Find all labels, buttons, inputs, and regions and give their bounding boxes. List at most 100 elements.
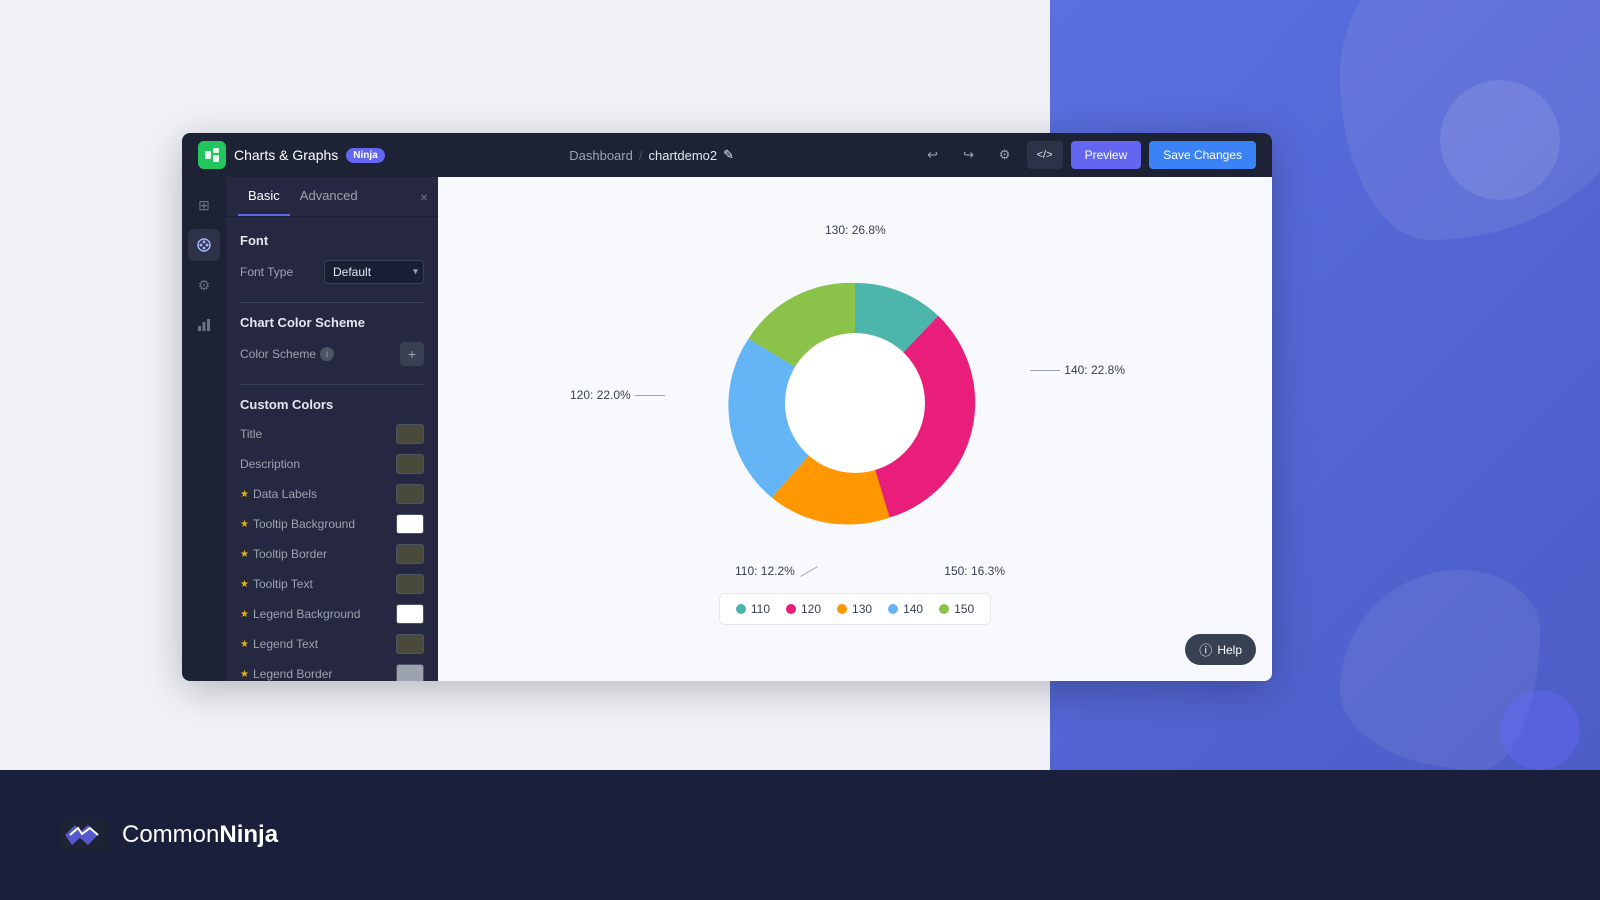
chart-area: 130: 26.8% 140: 22.8% 120: 22.0% 110: 1 bbox=[685, 233, 1025, 625]
label-line-140 bbox=[1030, 370, 1060, 371]
color-swatch-legend-bg[interactable] bbox=[396, 604, 424, 624]
breadcrumb: Dashboard / chartdemo2 ✎ bbox=[385, 147, 919, 163]
divider-1 bbox=[240, 302, 424, 303]
legend-item-120: 120 bbox=[786, 602, 821, 616]
tab-advanced[interactable]: Advanced bbox=[290, 177, 368, 216]
color-row-tooltip-border: ★ Tooltip Border bbox=[240, 544, 424, 564]
font-section-title: Font bbox=[240, 233, 424, 248]
color-scheme-info-icon[interactable]: i bbox=[320, 347, 334, 361]
code-button[interactable]: </> bbox=[1027, 141, 1063, 169]
color-swatch-title[interactable] bbox=[396, 424, 424, 444]
ninja-logo-icon bbox=[60, 820, 110, 850]
chart-label-150: 150: 16.3% bbox=[944, 564, 1005, 578]
color-description-label: Description bbox=[240, 457, 300, 471]
color-swatch-tooltip-text[interactable] bbox=[396, 574, 424, 594]
color-scheme-row: Color Scheme i + bbox=[240, 342, 424, 366]
font-section: Font Font Type Default Arial Roboto Open… bbox=[240, 233, 424, 284]
chart-label-110: 110: 12.2% bbox=[735, 564, 819, 578]
app-logo bbox=[198, 141, 226, 169]
color-legend-border-label: ★ Legend Border bbox=[240, 667, 332, 681]
legend-item-130: 130 bbox=[837, 602, 872, 616]
color-tooltip-border-label: ★ Tooltip Border bbox=[240, 547, 327, 561]
sidebar-item-brush[interactable] bbox=[188, 229, 220, 261]
color-swatch-legend-border[interactable] bbox=[396, 664, 424, 681]
settings-button[interactable]: ⚙ bbox=[991, 141, 1019, 169]
help-button[interactable]: ⓘ Help bbox=[1185, 634, 1256, 665]
undo-button[interactable]: ↩ bbox=[919, 141, 947, 169]
legend-item-110: 110 bbox=[736, 602, 770, 616]
donut-chart-proper bbox=[685, 233, 1025, 573]
breadcrumb-home[interactable]: Dashboard bbox=[569, 148, 633, 163]
blob-4 bbox=[1500, 690, 1580, 770]
title-bar-actions: ↩ ↪ ⚙ </> Preview Save Changes bbox=[919, 141, 1256, 169]
color-row-legend-border: ★ Legend Border bbox=[240, 664, 424, 681]
panel-tabs: Basic Advanced × bbox=[226, 177, 438, 217]
donut-hole bbox=[785, 333, 925, 473]
title-bar-left: Charts & Graphs Ninja bbox=[198, 141, 385, 169]
chart-canvas: 130: 26.8% 140: 22.8% 120: 22.0% 110: 1 bbox=[438, 177, 1272, 681]
color-swatch-description[interactable] bbox=[396, 454, 424, 474]
title-bar: Charts & Graphs Ninja Dashboard / chartd… bbox=[182, 133, 1272, 177]
star-icon-tooltip-text: ★ bbox=[240, 579, 249, 590]
chart-label-140: 140: 22.8% bbox=[1030, 363, 1125, 377]
legend-item-150: 150 bbox=[939, 602, 974, 616]
color-title-label: Title bbox=[240, 427, 262, 441]
color-swatch-legend-text[interactable] bbox=[396, 634, 424, 654]
breadcrumb-sep: / bbox=[639, 148, 643, 163]
settings-panel: Basic Advanced × Font Font Type Default … bbox=[226, 177, 438, 681]
breadcrumb-current: chartdemo2 bbox=[648, 148, 717, 163]
color-tooltip-bg-label: ★ Tooltip Background bbox=[240, 517, 355, 531]
star-icon-data-labels: ★ bbox=[240, 489, 249, 500]
color-row-legend-text: ★ Legend Text bbox=[240, 634, 424, 654]
sidebar-item-grid[interactable]: ⊞ bbox=[188, 189, 220, 221]
color-scheme-section-title: Chart Color Scheme bbox=[240, 315, 424, 330]
ninja-badge: Ninja bbox=[346, 148, 384, 163]
sidebar-icon-rail: ⊞ ⚙ bbox=[182, 177, 226, 681]
color-swatch-data-labels[interactable] bbox=[396, 484, 424, 504]
brand-name: CommonNinja bbox=[122, 821, 278, 849]
font-type-row: Font Type Default Arial Roboto Open Sans bbox=[240, 260, 424, 284]
app-body: ⊞ ⚙ Basic bbox=[182, 177, 1272, 681]
label-line-120 bbox=[635, 395, 665, 396]
color-row-title: Title bbox=[240, 424, 424, 444]
color-swatch-tooltip-border[interactable] bbox=[396, 544, 424, 564]
save-button[interactable]: Save Changes bbox=[1149, 141, 1256, 169]
donut-chart-wrapper: 130: 26.8% 140: 22.8% 120: 22.0% 110: 1 bbox=[685, 233, 1025, 573]
custom-colors-title: Custom Colors bbox=[240, 397, 424, 412]
chart-legend: 110 120 130 140 bbox=[719, 593, 991, 625]
color-legend-bg-label: ★ Legend Background bbox=[240, 607, 360, 621]
sidebar-item-settings[interactable]: ⚙ bbox=[188, 269, 220, 301]
panel-content: Font Font Type Default Arial Roboto Open… bbox=[226, 217, 438, 681]
color-swatch-tooltip-bg[interactable] bbox=[396, 514, 424, 534]
legend-dot-110 bbox=[736, 604, 746, 614]
panel-close-button[interactable]: × bbox=[420, 189, 428, 205]
legend-dot-150 bbox=[939, 604, 949, 614]
color-scheme-label: Color Scheme i bbox=[240, 347, 334, 361]
breadcrumb-edit-icon[interactable]: ✎ bbox=[723, 147, 734, 163]
add-color-scheme-button[interactable]: + bbox=[400, 342, 424, 366]
star-icon-tooltip-bg: ★ bbox=[240, 519, 249, 530]
star-icon-legend-bg: ★ bbox=[240, 609, 249, 620]
chart-color-scheme-section: Chart Color Scheme Color Scheme i + bbox=[240, 315, 424, 366]
app-window: Charts & Graphs Ninja Dashboard / chartd… bbox=[182, 133, 1272, 681]
font-type-select-wrapper: Default Arial Roboto Open Sans bbox=[324, 260, 424, 284]
label-line-110 bbox=[800, 566, 818, 577]
color-row-data-labels: ★ Data Labels bbox=[240, 484, 424, 504]
font-type-label: Font Type bbox=[240, 265, 293, 279]
color-row-tooltip-text: ★ Tooltip Text bbox=[240, 574, 424, 594]
color-legend-text-label: ★ Legend Text bbox=[240, 637, 318, 651]
font-type-select[interactable]: Default Arial Roboto Open Sans bbox=[324, 260, 424, 284]
star-icon-legend-border: ★ bbox=[240, 669, 249, 680]
color-tooltip-text-label: ★ Tooltip Text bbox=[240, 577, 313, 591]
color-row-description: Description bbox=[240, 454, 424, 474]
bottom-bar: CommonNinja bbox=[0, 770, 1600, 900]
brand-logo: CommonNinja bbox=[60, 820, 278, 850]
redo-button[interactable]: ↪ bbox=[955, 141, 983, 169]
legend-dot-130 bbox=[837, 604, 847, 614]
preview-button[interactable]: Preview bbox=[1071, 141, 1142, 169]
custom-colors-section: Custom Colors Title Description ★ bbox=[240, 397, 424, 681]
legend-dot-140 bbox=[888, 604, 898, 614]
help-circle-icon: ⓘ bbox=[1199, 640, 1212, 659]
tab-basic[interactable]: Basic bbox=[238, 177, 290, 216]
sidebar-item-chart[interactable] bbox=[188, 309, 220, 341]
